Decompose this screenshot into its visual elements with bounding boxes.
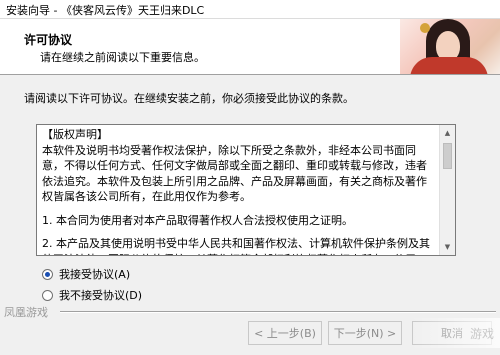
decline-label[interactable]: 我不接受协议(D): [59, 287, 142, 303]
decline-radio[interactable]: [42, 289, 53, 301]
footer-divider: [60, 311, 496, 313]
scroll-up-arrow-icon[interactable]: ▲: [440, 125, 455, 141]
next-button[interactable]: 下一步(N) >: [328, 321, 402, 345]
back-button[interactable]: < 上一步(B): [248, 321, 322, 345]
license-paragraph: 【版权声明】: [42, 128, 108, 141]
license-content: 【版权声明】 本软件及说明书均受著作权法保护，除以下所受之条款外，非经本公司书面…: [37, 125, 440, 255]
scroll-thumb[interactable]: [443, 143, 452, 169]
license-paragraph: 本软件及说明书均受著作权法保护，除以下所受之条款外，非经本公司书面同意，不得以任…: [42, 143, 427, 204]
accept-label[interactable]: 我接受协议(A): [59, 266, 130, 282]
decline-option[interactable]: 我不接受协议(D): [42, 287, 142, 303]
license-paragraph: 2. 本产品及其使用说明书受中华人民共和国著作权法、计算机软件保护条例及其他司法…: [42, 237, 430, 255]
watermark: 游戏: [410, 318, 500, 348]
scroll-down-arrow-icon[interactable]: ▼: [440, 239, 455, 255]
license-textbox[interactable]: 【版权声明】 本软件及说明书均受著作权法保护，除以下所受之条款外，非经本公司书面…: [36, 124, 456, 256]
publisher-brand: 凤凰游戏: [4, 306, 48, 319]
banner-character-robe: [410, 57, 488, 74]
license-paragraph: 1. 本合同为使用者对本产品取得著作权人合法授权使用之证明。: [42, 213, 353, 227]
page-subtitle: 请在继续之前阅读以下重要信息。: [40, 51, 205, 64]
banner-image: [400, 19, 500, 74]
accept-option[interactable]: 我接受协议(A): [42, 266, 130, 282]
window-title: 安装向导 - 《侠客风云传》天王归来DLC: [6, 4, 205, 17]
radio-selected-dot-icon: [45, 271, 50, 277]
wizard-header: 许可协议 请在继续之前阅读以下重要信息。: [0, 19, 500, 75]
accept-radio[interactable]: [42, 268, 53, 280]
license-instruction: 请阅读以下许可协议。在继续安装之前，你必须接受此协议的条款。: [24, 92, 354, 105]
page-title: 许可协议: [24, 33, 73, 47]
license-scrollbar[interactable]: ▲ ▼: [439, 125, 455, 255]
banner-hair-ornament: [420, 23, 430, 33]
title-bar: 安装向导 - 《侠客风云传》天王归来DLC: [0, 0, 500, 19]
